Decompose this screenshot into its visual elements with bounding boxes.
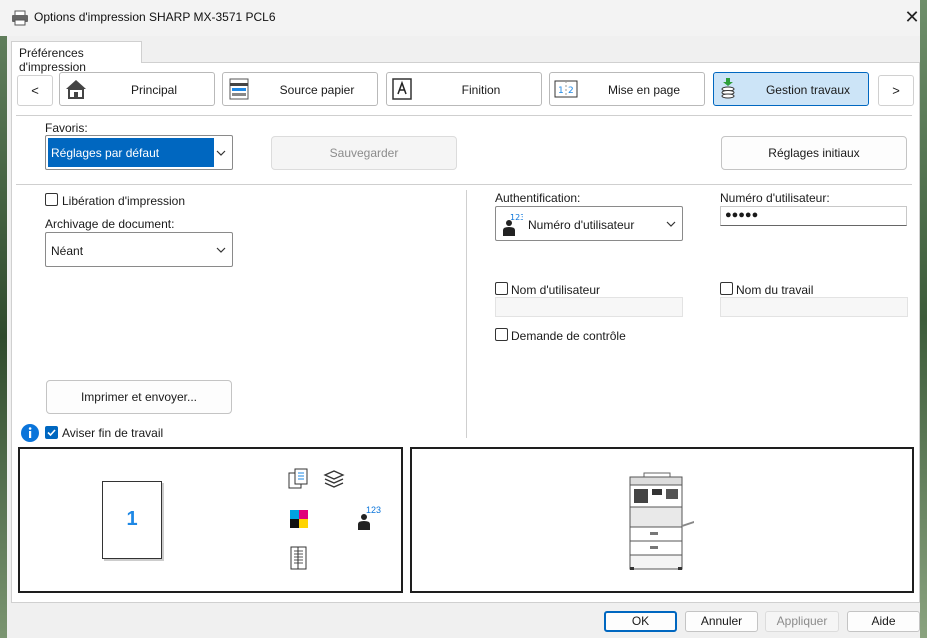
nav-prev-button[interactable]: < [17, 75, 53, 106]
printer-illustration-icon [626, 471, 698, 571]
printer-icon [11, 10, 29, 26]
stack-icon [322, 467, 346, 491]
auth-select[interactable]: 123 Numéro d'utilisateur [495, 206, 683, 241]
settings-preview: 1 123 [18, 447, 403, 593]
check-request-checkbox[interactable] [495, 328, 508, 341]
favorites-label: Favoris: [45, 121, 88, 135]
tab-mise-en-page[interactable]: 12 Mise en page [549, 72, 705, 106]
print-release-checkbox[interactable] [45, 193, 58, 206]
chevron-down-icon [216, 150, 226, 156]
notify-end-label: Aviser fin de travail [62, 426, 164, 440]
chevron-down-icon [666, 221, 676, 227]
check-request-label: Demande de contrôle [511, 329, 626, 343]
user-name-input[interactable] [495, 297, 683, 317]
divider [16, 184, 912, 185]
job-name-input[interactable] [720, 297, 908, 317]
tab-finition-label: Finition [461, 83, 501, 97]
doc-archive-label: Archivage de document: [45, 217, 175, 231]
help-button[interactable]: Aide [847, 611, 920, 632]
divider [16, 115, 912, 116]
close-icon[interactable]: ✕ [902, 6, 922, 28]
tab-mise-en-page-label: Mise en page [607, 83, 681, 97]
job-name-label: Nom du travail [736, 283, 814, 297]
save-button[interactable]: Sauvegarder [271, 136, 457, 170]
desktop-background-left [0, 36, 7, 638]
page-preview: 1 [102, 481, 162, 559]
color-mode-icon [288, 507, 312, 531]
tab-gestion-travaux[interactable]: Gestion travaux [713, 72, 869, 106]
print-and-send-button[interactable]: Imprimer et envoyer... [46, 380, 232, 414]
user-auth-icon: 123 [356, 505, 382, 531]
desktop-background [920, 0, 927, 638]
collate-icon [288, 467, 312, 491]
svg-text:123: 123 [510, 213, 523, 222]
doc-archive-value: Néant [51, 244, 84, 258]
notify-end-checkbox[interactable] [45, 426, 58, 439]
window-title: Options d'impression SHARP MX-3571 PCL6 [34, 10, 276, 24]
checkmark-icon [47, 429, 56, 437]
user-number-input[interactable]: ●●●●● [720, 206, 907, 226]
booklet-icon [288, 545, 312, 571]
user-auth-badge: 123 [366, 505, 382, 515]
user-number-icon: 123 [501, 211, 525, 237]
job-name-checkbox[interactable] [720, 282, 733, 295]
user-name-label: Nom d'utilisateur [511, 283, 600, 297]
auth-value: Numéro d'utilisateur [528, 218, 635, 232]
printer-preview [410, 447, 914, 593]
user-number-label: Numéro d'utilisateur: [720, 191, 830, 205]
tab-label: Préférences d'impression [19, 46, 86, 74]
user-number-value: ●●●●● [725, 209, 759, 221]
page-number: 1 [126, 508, 138, 530]
apply-button[interactable]: Appliquer [765, 611, 839, 632]
ok-button[interactable]: OK [604, 611, 677, 632]
tab-source-papier-label: Source papier [279, 83, 355, 97]
favorites-select[interactable]: Réglages par défaut [45, 135, 233, 170]
doc-archive-select[interactable]: Néant [45, 232, 233, 267]
favorites-value: Réglages par défaut [51, 146, 160, 160]
tab-print-preferences[interactable]: Préférences d'impression [11, 41, 142, 74]
auth-label: Authentification: [495, 191, 581, 205]
tab-source-papier[interactable]: Source papier [222, 72, 378, 106]
chevron-down-icon [216, 247, 226, 253]
user-name-checkbox[interactable] [495, 282, 508, 295]
reset-defaults-button[interactable]: Réglages initiaux [721, 136, 907, 170]
tab-gestion-travaux-label: Gestion travaux [765, 83, 851, 97]
cancel-button[interactable]: Annuler [685, 611, 758, 632]
tab-finition[interactable]: Finition [386, 72, 542, 106]
tab-principal[interactable]: Principal [59, 72, 215, 106]
column-divider [466, 190, 467, 438]
info-icon [20, 423, 40, 443]
nav-next-button[interactable]: > [878, 75, 914, 106]
tab-principal-label: Principal [130, 83, 178, 97]
print-release-label: Libération d'impression [62, 194, 186, 208]
